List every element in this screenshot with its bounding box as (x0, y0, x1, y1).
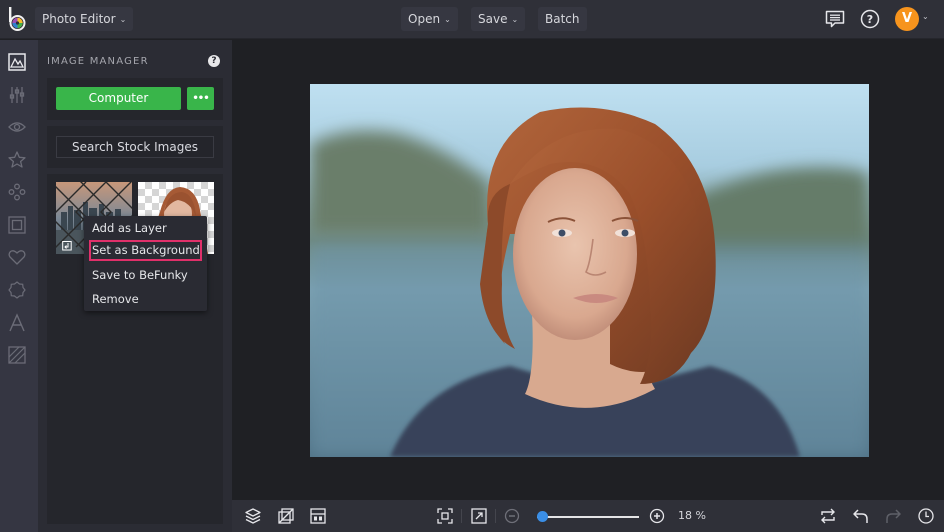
zoom-out-icon[interactable] (503, 507, 521, 525)
computer-button[interactable]: Computer (56, 87, 181, 110)
photo-editor-menu[interactable]: Photo Editor ⌄ (35, 7, 134, 31)
menu-item-set-as-background[interactable]: Set as Background (89, 240, 202, 261)
set-background-icon[interactable] (62, 240, 72, 251)
stock-card: Search Stock Images (47, 126, 223, 168)
save-menu-button[interactable]: Save ⌄ (471, 7, 526, 31)
history-clock-icon[interactable] (917, 507, 935, 525)
help-icon[interactable]: ? (208, 55, 220, 67)
sliders-icon[interactable] (7, 85, 27, 105)
svg-text:?: ? (867, 13, 873, 26)
search-stock-images-button[interactable]: Search Stock Images (56, 136, 214, 158)
divider (461, 509, 462, 523)
chevron-down-icon: ⌄ (444, 15, 451, 24)
portrait-image (310, 84, 869, 457)
save-label: Save (478, 12, 508, 26)
top-bar: Photo Editor ⌄ Open ⌄ Save ⌄ Batch ? V ⌄ (0, 0, 944, 39)
zoom-slider-track[interactable] (537, 516, 639, 518)
zoom-percentage: 18 % (678, 509, 706, 522)
layout-icon[interactable] (309, 507, 327, 525)
photo-editor-app: Photo Editor⌄ Open⌄ Save⌄ Batch ? V ⌄ (0, 0, 944, 532)
menu-item-save-to-befunky[interactable]: Save to BeFunky (89, 265, 202, 286)
menu-item-add-as-layer[interactable]: Add as Layer (89, 218, 202, 239)
user-avatar[interactable]: V (895, 7, 919, 31)
flip-swap-icon[interactable] (819, 507, 837, 525)
batch-label: Batch (545, 12, 580, 26)
actual-size-icon[interactable] (470, 507, 488, 525)
eye-icon[interactable] (7, 117, 27, 137)
more-sources-button[interactable]: ••• (187, 87, 214, 110)
circles-icon[interactable] (7, 182, 27, 202)
layers-icon[interactable] (244, 507, 262, 525)
fit-to-screen-icon[interactable] (436, 507, 454, 525)
open-menu-button[interactable]: Open ⌄ (401, 7, 458, 31)
image-icon[interactable] (7, 52, 27, 72)
bottom-toolbar: 18 % (232, 500, 944, 532)
tool-rail (0, 40, 38, 532)
panel-title: IMAGE MANAGER (47, 56, 149, 67)
menu-item-remove[interactable]: Remove (89, 289, 202, 310)
badge-icon[interactable] (7, 280, 27, 300)
canvas-stage (232, 40, 944, 500)
chat-icon[interactable] (824, 8, 846, 30)
divider (495, 509, 496, 523)
heart-icon[interactable] (7, 247, 27, 267)
chevron-down-icon: ⌄ (511, 15, 519, 24)
chevron-down-icon: ⌄ (119, 15, 127, 24)
frame-icon[interactable] (7, 215, 27, 235)
undo-icon[interactable] (852, 507, 870, 525)
hatch-square-icon[interactable] (7, 345, 27, 365)
befunky-logo[interactable] (6, 6, 28, 32)
redo-icon[interactable] (884, 507, 902, 525)
open-label: Open (408, 12, 441, 26)
photo-editor-label: Photo Editor (42, 12, 116, 26)
upload-card: Computer ••• (47, 78, 223, 120)
letter-a-icon[interactable] (7, 313, 27, 333)
thumbnail-context-menu: Add as Layer Set as Background Save to B… (84, 216, 207, 311)
crop-overlap-icon[interactable] (277, 507, 295, 525)
chevron-down-icon[interactable]: ⌄ (922, 12, 929, 21)
zoom-in-icon[interactable] (648, 507, 666, 525)
star-icon[interactable] (7, 150, 27, 170)
batch-button[interactable]: Batch (538, 7, 587, 31)
portrait-photo[interactable] (310, 84, 869, 457)
zoom-slider-handle[interactable] (536, 511, 548, 522)
help-icon[interactable]: ? (859, 8, 881, 30)
